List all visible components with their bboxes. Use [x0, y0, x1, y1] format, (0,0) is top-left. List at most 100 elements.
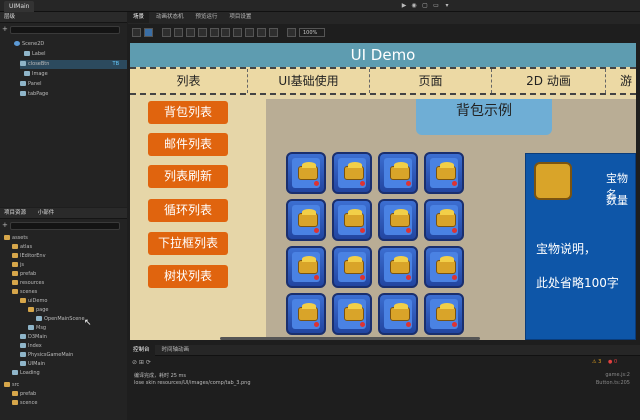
scene-file-icon — [12, 370, 18, 375]
left-menu-button[interactable]: 树状列表 — [148, 265, 228, 288]
tab-scene[interactable]: 场景 — [128, 12, 150, 23]
inventory-slot[interactable] — [332, 199, 372, 241]
scene-tab[interactable]: 2D 动画 — [492, 69, 606, 93]
tree-item[interactable]: tabPage — [20, 90, 48, 99]
debug-icon[interactable]: ◉ — [410, 2, 418, 10]
snap-icon[interactable] — [245, 28, 255, 37]
inventory-slot[interactable] — [286, 293, 326, 335]
device-icon[interactable]: ▢ — [421, 2, 429, 10]
align-top-icon[interactable] — [197, 28, 207, 37]
horizontal-scrollbar[interactable] — [220, 337, 480, 340]
tree-item[interactable]: Image — [24, 70, 48, 79]
inventory-slot[interactable] — [378, 246, 418, 288]
scene-tab[interactable]: UI基础使用 — [248, 69, 370, 93]
left-menu-button[interactable]: 下拉框列表 — [148, 232, 228, 255]
tree-item[interactable]: closeBtn TB — [20, 60, 127, 69]
folder-icon — [12, 271, 18, 276]
tree-item[interactable]: prefab — [12, 390, 36, 399]
scene-tab[interactable]: 游 — [606, 69, 636, 93]
inventory-slot[interactable] — [332, 293, 372, 335]
treasure-chest-icon — [390, 162, 410, 180]
inventory-slot[interactable] — [424, 152, 464, 194]
add-icon[interactable]: + — [2, 221, 8, 229]
grid-icon[interactable] — [233, 28, 243, 37]
tree-item[interactable]: Msg — [28, 324, 46, 333]
tab-project-settings[interactable]: 项目设置 — [224, 12, 256, 23]
warn-badge[interactable]: ⚠ 3 — [592, 359, 601, 365]
play-icon[interactable]: ▶ — [400, 2, 408, 10]
doc-tab[interactable]: UIMain — [4, 1, 35, 12]
inventory-slot[interactable] — [424, 199, 464, 241]
tree-item[interactable]: src — [4, 381, 19, 390]
inventory-slot[interactable] — [332, 246, 372, 288]
layout-icon[interactable] — [257, 28, 267, 37]
tree-item[interactable]: js — [12, 261, 24, 270]
tree-item[interactable]: scence — [12, 399, 37, 408]
scene-tab[interactable]: 页面 — [370, 69, 492, 93]
tab-timeline[interactable]: 时间轴动画 — [156, 345, 194, 356]
tab-widgets[interactable]: 小部件 — [38, 210, 55, 216]
tab-project[interactable]: 项目资源 — [4, 210, 26, 216]
inventory-slot[interactable] — [378, 152, 418, 194]
tab-console[interactable]: 控制台 — [128, 345, 155, 356]
console-toolbar-icons[interactable]: ⊘ ⊞ ⟳ — [132, 359, 151, 366]
hierarchy-search-input[interactable] — [10, 26, 120, 34]
dropdown-icon[interactable]: ▾ — [443, 2, 451, 10]
tree-item[interactable]: PhysicsGameMain — [20, 351, 73, 360]
tree-item[interactable]: IEditorEnv — [12, 252, 46, 261]
tree-item[interactable]: UIMain — [20, 360, 45, 369]
tree-item[interactable]: OpenMainScene — [36, 315, 85, 324]
inventory-slot[interactable] — [286, 199, 326, 241]
align-bottom-icon[interactable] — [221, 28, 231, 37]
left-menu-button[interactable]: 列表刷新 — [148, 165, 228, 188]
tree-item[interactable]: Scene2D — [14, 40, 44, 49]
tree-item[interactable]: uiDemo — [20, 297, 47, 306]
zoom-icon[interactable] — [287, 28, 297, 37]
tree-item[interactable]: scenes — [12, 288, 37, 297]
align-center-icon[interactable] — [173, 28, 183, 37]
left-menu-button[interactable]: 邮件列表 — [148, 133, 228, 156]
log-source[interactable]: Button.ts:205 — [596, 380, 630, 386]
log-source[interactable]: game.js:2 — [605, 372, 630, 378]
select-tool-icon[interactable] — [143, 28, 153, 37]
inventory-slot[interactable] — [424, 246, 464, 288]
left-menu-button[interactable]: 循环列表 — [148, 199, 228, 222]
tree-item[interactable]: Index — [20, 342, 42, 351]
tree-item[interactable]: Panel — [20, 80, 42, 89]
inventory-slot[interactable] — [378, 199, 418, 241]
folder-icon — [20, 298, 26, 303]
left-menu-button[interactable]: 背包列表 — [148, 101, 228, 124]
log-line[interactable]: lose skin resources/UI/images/comp/tab_3… — [134, 380, 251, 386]
error-badge[interactable]: ● 0 — [608, 359, 617, 365]
view-icon[interactable] — [269, 28, 279, 37]
tree-item[interactable]: Label — [24, 50, 46, 59]
tree-item[interactable]: resources — [12, 279, 44, 288]
tree-item[interactable]: assets — [4, 234, 28, 243]
zoom-select[interactable]: 100% — [298, 28, 325, 37]
assets-search-input[interactable] — [10, 222, 120, 230]
tree-item[interactable]: atlas — [12, 243, 32, 252]
add-icon[interactable]: + — [2, 25, 8, 33]
align-left-icon[interactable] — [161, 28, 171, 37]
folder-icon — [12, 280, 18, 285]
tab-animator[interactable]: 动画状态机 — [151, 12, 189, 23]
inventory-slot[interactable] — [332, 152, 372, 194]
tree-item[interactable]: Loading — [12, 369, 40, 378]
tree-item[interactable]: page — [28, 306, 49, 315]
tab-preview[interactable]: 预览运行 — [190, 12, 222, 23]
log-line[interactable]: 编译完成，耗时 25 ms — [134, 372, 186, 379]
inventory-slot[interactable] — [286, 246, 326, 288]
monitor-icon[interactable]: ▭ — [432, 2, 440, 10]
scene-tab[interactable]: 列表 — [130, 69, 248, 93]
console-panel: 控制台 时间轴动画 ⊘ ⊞ ⟳ ⚠ 3 ● 0 编译完成，耗时 25 ms ga… — [128, 345, 640, 420]
inventory-slot[interactable] — [378, 293, 418, 335]
gem-icon — [406, 181, 411, 186]
tree-item[interactable]: prefab — [12, 270, 36, 279]
align-middle-icon[interactable] — [209, 28, 219, 37]
inventory-slot[interactable] — [286, 152, 326, 194]
inventory-slot[interactable] — [424, 293, 464, 335]
align-right-icon[interactable] — [185, 28, 195, 37]
hand-tool-icon[interactable] — [132, 28, 141, 37]
treasure-chest-icon — [298, 162, 318, 180]
tree-item[interactable]: D3Main — [20, 333, 47, 342]
